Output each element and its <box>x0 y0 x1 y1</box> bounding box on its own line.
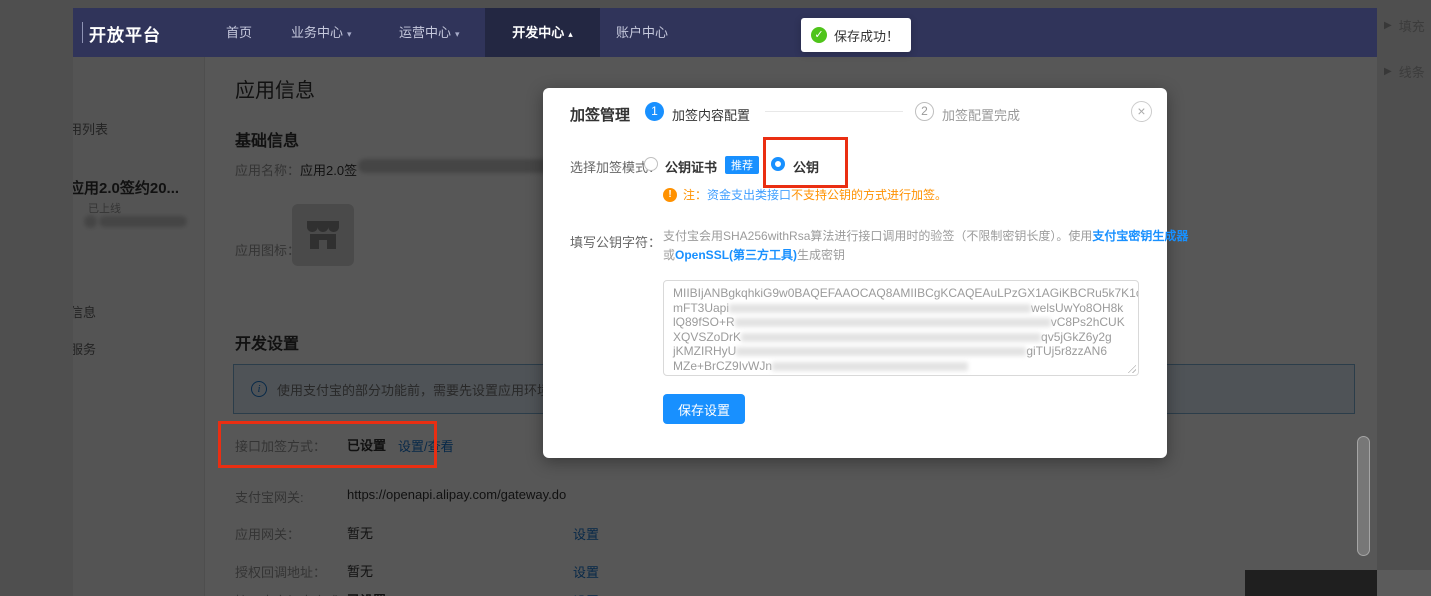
tool-fill-label: 填充 <box>1399 16 1425 35</box>
option-public-key-cert-label: 公钥证书 <box>665 157 717 176</box>
radio-public-key[interactable] <box>771 157 785 171</box>
step2-label: 加签配置完成 <box>942 105 1020 124</box>
step2-indicator: 2 <box>915 102 934 121</box>
radio-public-key-cert[interactable] <box>644 157 658 171</box>
public-key-description: 支付宝会用SHA256withRsa算法进行接口调用时的验签（不限制密钥长度）。… <box>663 227 1188 265</box>
option-public-key-label: 公钥 <box>793 157 819 176</box>
chevron-up-icon: ▴ <box>568 29 573 39</box>
recommended-badge: 推荐 <box>725 156 759 174</box>
fund-api-link[interactable]: 资金支出类接口 <box>707 188 791 202</box>
tool-fill[interactable]: ▶ 填充 <box>1384 16 1425 35</box>
nav-item-home[interactable]: 首页 <box>226 8 252 57</box>
nav-item-dev-center[interactable]: 开发中心▴ <box>485 8 600 57</box>
top-navbar: 开放平台 首页 业务中心▾ 运营中心▾ 开发中心▴ 账户中心 <box>73 8 1377 57</box>
brand-separator <box>82 22 83 43</box>
close-icon[interactable]: × <box>1131 101 1152 122</box>
note-prefix: 注： <box>683 188 707 202</box>
nav-item-operation-center[interactable]: 运营中心▾ <box>399 8 460 57</box>
step1-indicator: 1 <box>645 102 664 121</box>
save-success-toast: ✓ 保存成功！ <box>801 18 911 52</box>
redacted-key-segment <box>772 362 968 371</box>
tool-line[interactable]: ▶ 线条 <box>1384 62 1425 81</box>
tool-line-label: 线条 <box>1399 62 1425 81</box>
note-rest: 不支持公钥的方式进行加签。 <box>791 188 947 202</box>
openssl-link[interactable]: OpenSSL(第三方工具) <box>675 248 797 262</box>
key-generator-link[interactable]: 支付宝密钥生成器 <box>1092 229 1188 243</box>
dialog-title: 加签管理 <box>570 104 630 125</box>
toast-message: 保存成功！ <box>834 26 899 45</box>
step-connector-line <box>765 111 903 112</box>
triangle-right-icon: ▶ <box>1384 20 1392 31</box>
redacted-key-segment <box>736 347 1026 356</box>
redacted-key-segment <box>729 304 1031 313</box>
step1-label: 加签内容配置 <box>672 105 750 124</box>
chevron-down-icon: ▾ <box>347 29 352 39</box>
sign-management-dialog: 加签管理 1 加签内容配置 2 加签配置完成 × 选择加签模式： 公钥证书 推荐… <box>543 88 1167 458</box>
public-key-field-label: 填写公钥字符： <box>570 232 661 251</box>
nav-item-account-center[interactable]: 账户中心 <box>616 8 668 57</box>
warning-icon: ! <box>663 188 677 202</box>
save-settings-button[interactable]: 保存设置 <box>663 394 745 424</box>
brand-title[interactable]: 开放平台 <box>89 21 161 46</box>
fund-api-warning: ! 注：资金支出类接口不支持公钥的方式进行加签。 <box>663 186 947 203</box>
nav-item-business-center[interactable]: 业务中心▾ <box>291 8 352 57</box>
redacted-key-segment <box>735 318 1051 327</box>
chevron-down-icon: ▾ <box>455 29 460 39</box>
public-key-textarea[interactable]: MIIBIjANBgkqhkiG9w0BAQEFAAOCAQ8AMIIBCgKC… <box>663 280 1139 376</box>
check-circle-icon: ✓ <box>811 27 827 43</box>
triangle-right-icon: ▶ <box>1384 66 1392 77</box>
redacted-key-segment <box>741 333 1041 342</box>
page-scrollbar[interactable] <box>1357 436 1370 556</box>
